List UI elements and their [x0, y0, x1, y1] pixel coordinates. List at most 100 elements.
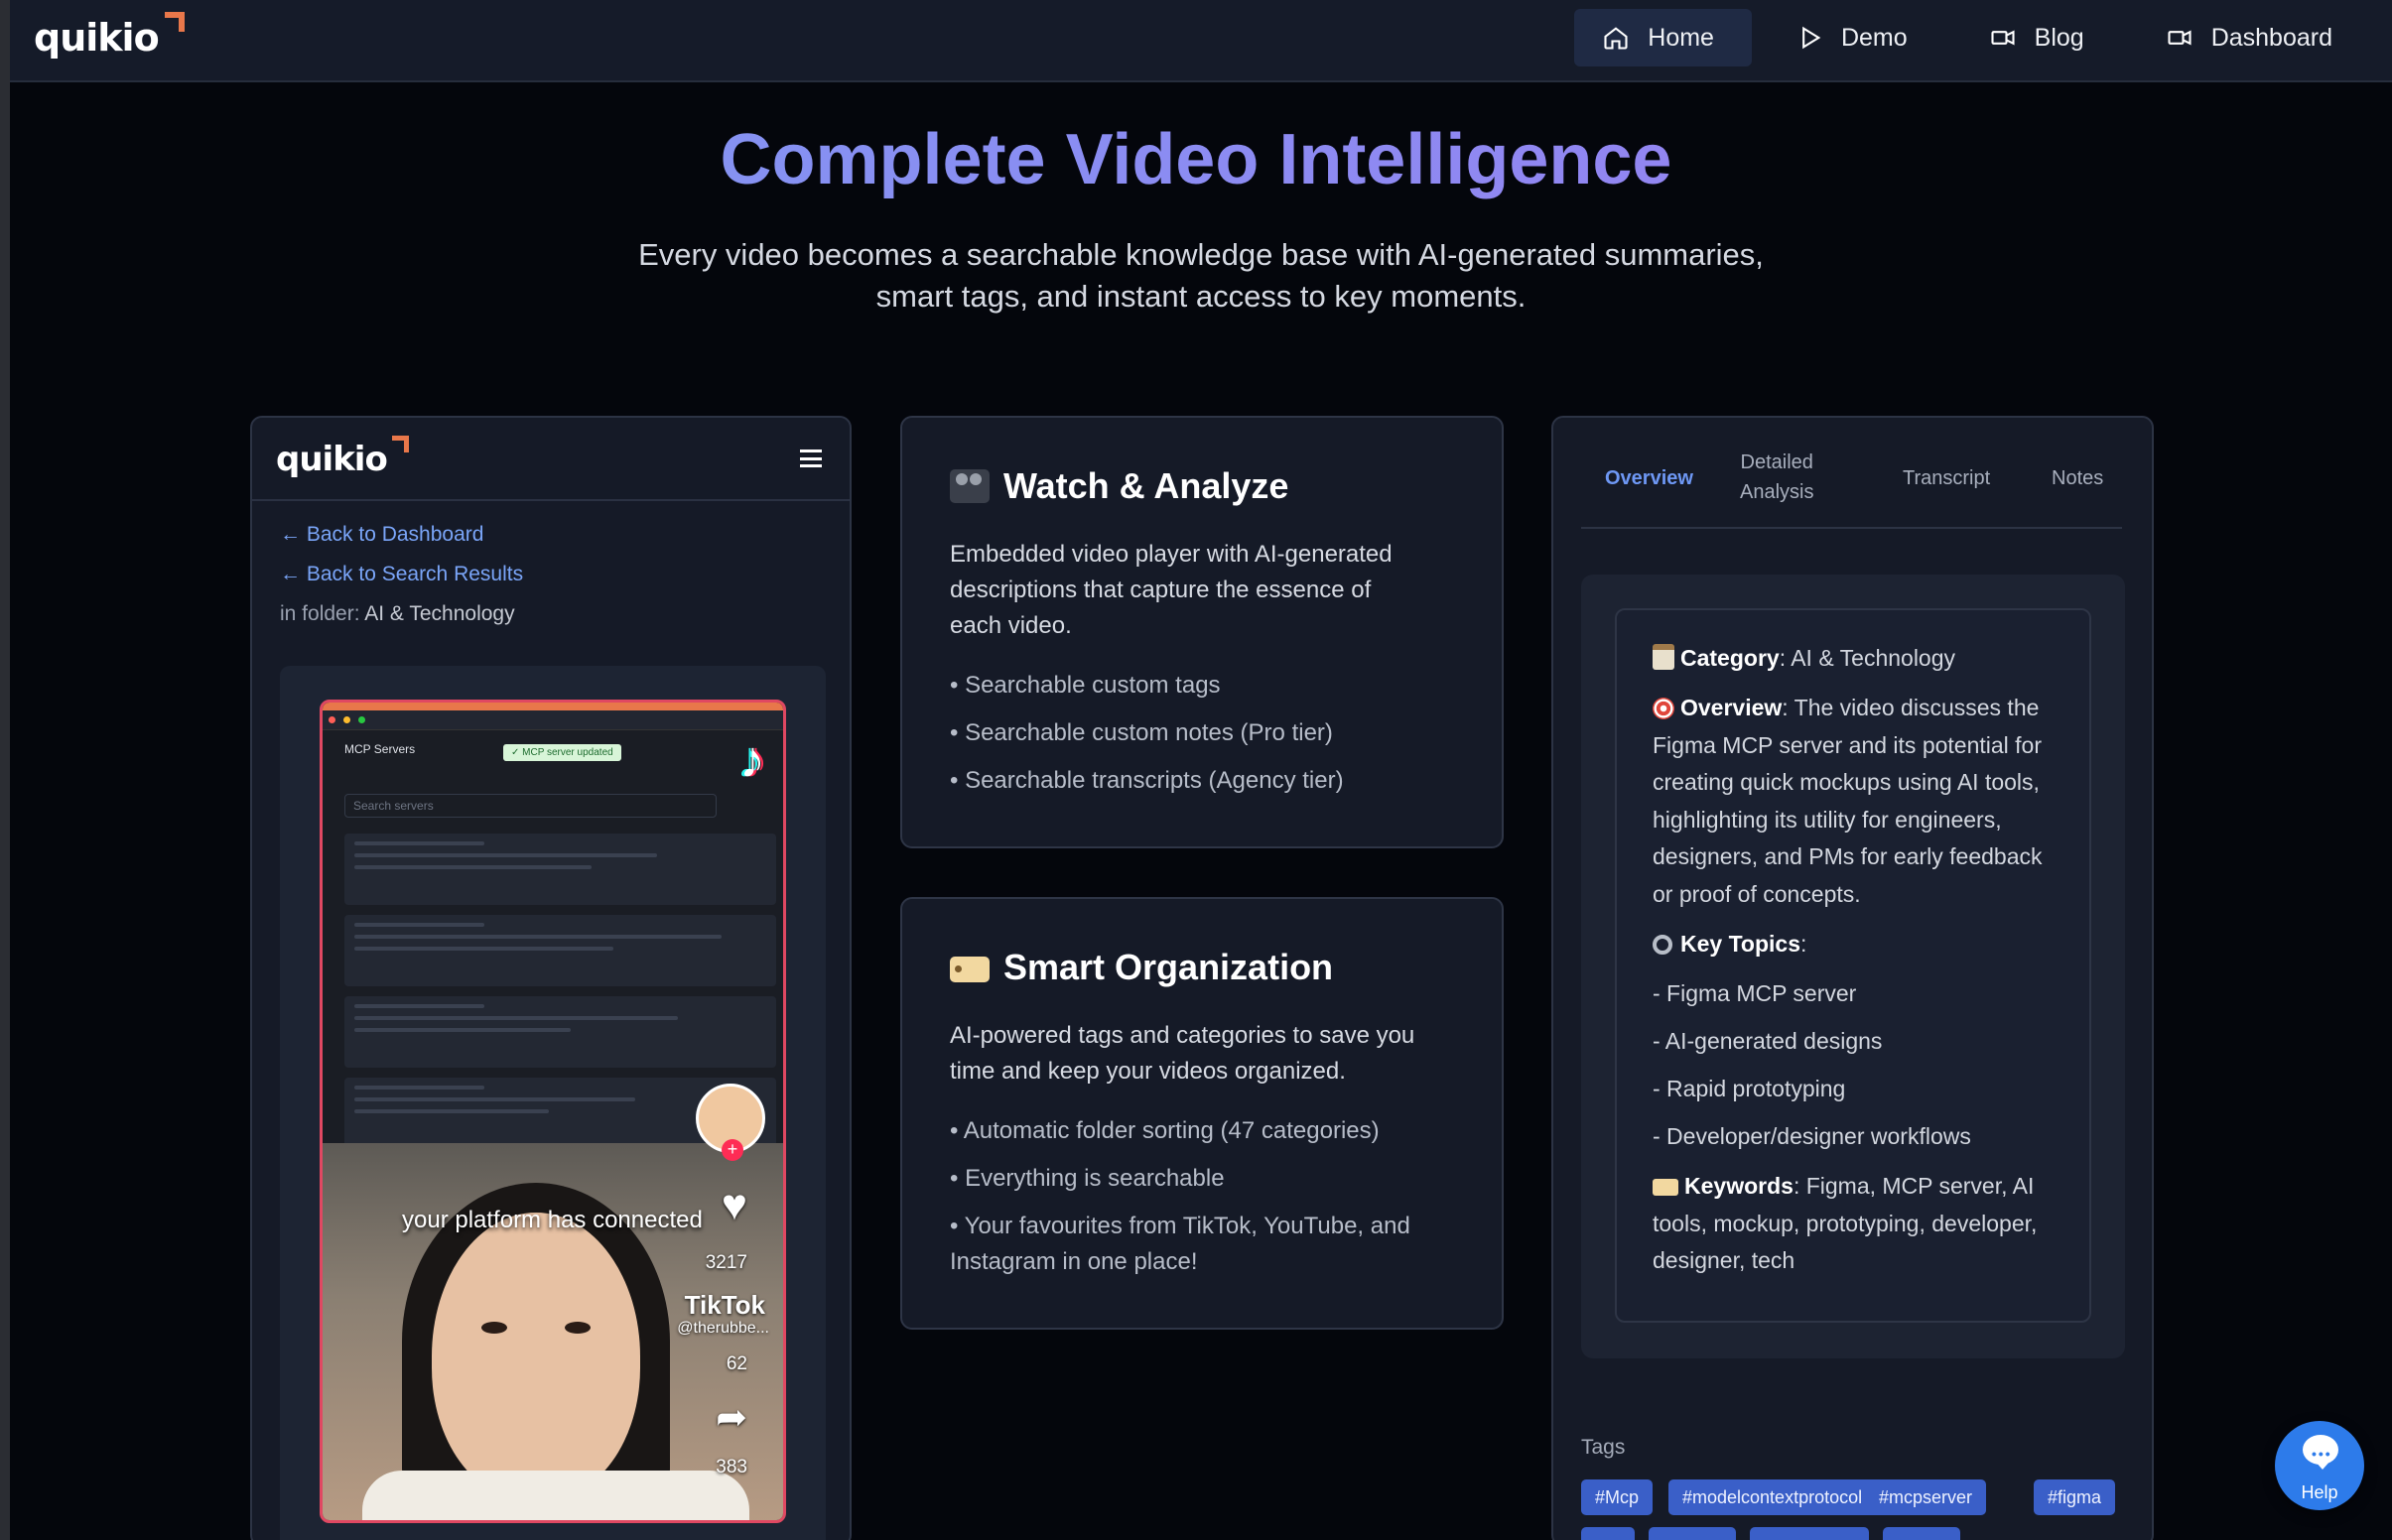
tag-chip-partial[interactable]: [1649, 1527, 1736, 1540]
folder-prefix: in folder:: [280, 602, 365, 625]
tag-chip[interactable]: #figma: [2034, 1479, 2116, 1515]
preview-brand-logo[interactable]: quikio: [276, 436, 409, 479]
brand-logo[interactable]: quikio: [34, 12, 185, 60]
tab-detailed-analysis[interactable]: Detailed Analysis: [1740, 448, 1813, 507]
chat-dots: •••: [2312, 1446, 2332, 1462]
overview-text: or proof of concepts.: [1653, 880, 1861, 907]
video-screen-recording: MCP Servers ✓ MCP server updated Search …: [323, 703, 783, 1149]
window-edge: [0, 0, 10, 1540]
overview-text: : The video discusses the: [1782, 695, 2040, 720]
feature-list-line: Instagram in one place!: [950, 1248, 1198, 1275]
overview-paragraph: Overview: The video discusses the Figma …: [1653, 690, 2069, 913]
window-dot-icon: [358, 716, 365, 723]
nav-home-label: Home: [1648, 23, 1714, 52]
home-icon: [1604, 27, 1628, 50]
tab-overview[interactable]: Overview: [1605, 463, 1693, 493]
tags-label: Tags: [1581, 1436, 1626, 1459]
brand-logo-text: quikio: [34, 16, 160, 60]
tiktok-logo-icon: ♪: [739, 731, 765, 789]
feature-list-item: • Your favourites from TikTok, YouTube, …: [950, 1209, 1466, 1280]
video-caption: your platform has connected: [402, 1207, 703, 1233]
follow-plus-icon[interactable]: +: [722, 1139, 743, 1161]
hamburger-menu-icon[interactable]: [800, 449, 822, 467]
tag-chip-partial[interactable]: [1581, 1527, 1635, 1540]
label-tag-icon: [1653, 1179, 1678, 1196]
nav-dashboard[interactable]: Dashboard: [2138, 9, 2370, 66]
card-description-line: AI-powered tags and categories to save y…: [950, 1022, 1415, 1049]
app-preview-panel: quikio ← Back to Dashboard ← Back to Sea…: [250, 416, 852, 1540]
nav-dashboard-label: Dashboard: [2210, 23, 2332, 52]
tab-detailed-analysis-line: Detailed: [1740, 451, 1813, 473]
video-details-panel: Overview Detailed Analysis Transcript No…: [1551, 416, 2154, 1540]
nav-blog-label: Blog: [2034, 23, 2084, 52]
tag-chip[interactable]: #modelcontextprotocol: [1668, 1479, 1877, 1515]
topic-item: - AI-generated designs: [1653, 1028, 1883, 1054]
movie-camera-icon: [950, 469, 990, 503]
feature-list-item: • Searchable custom notes (Pro tier): [950, 719, 1333, 746]
heart-icon[interactable]: ♥: [722, 1181, 747, 1230]
tiktok-watermark: TikTok: [684, 1290, 765, 1320]
tag-chip-partial[interactable]: [1750, 1527, 1869, 1540]
person-eye: [565, 1322, 591, 1334]
key-topics-label: Key Topics: [1680, 931, 1800, 957]
video-container: MCP Servers ✓ MCP server updated Search …: [280, 666, 826, 1540]
card-title-text: Watch & Analyze: [1003, 465, 1289, 506]
back-to-dashboard-link[interactable]: ← Back to Dashboard: [280, 523, 483, 547]
topic-item: - Figma MCP server: [1653, 980, 1857, 1006]
feature-card-watch-analyze: Watch & Analyze Embedded video player wi…: [900, 416, 1504, 848]
tab-detailed-analysis-line: Analysis: [1740, 481, 1814, 503]
share-icon[interactable]: ➦: [716, 1395, 747, 1440]
preview-header: quikio: [252, 418, 850, 501]
tag-chip[interactable]: #Mcp: [1581, 1479, 1654, 1515]
tag-chip-partial[interactable]: [1883, 1527, 1960, 1540]
feature-list-line: • Your favourites from TikTok, YouTube, …: [950, 1213, 1410, 1239]
nav-home[interactable]: Home: [1574, 9, 1752, 66]
overview-text: highlighting its utility for engineers,: [1653, 806, 2002, 833]
card-title-text: Smart Organization: [1003, 947, 1334, 987]
help-button[interactable]: ••• Help: [2275, 1421, 2364, 1510]
screen-search: Search servers: [344, 794, 717, 818]
overview-text: creating quick mockups using AI tools,: [1653, 769, 2040, 795]
screen-server-row: [344, 996, 776, 1068]
details-tabs: Overview Detailed Analysis Transcript No…: [1581, 448, 2122, 529]
back-to-search-link[interactable]: ← Back to Search Results: [280, 563, 523, 586]
screen-server-row: [344, 915, 776, 986]
overview-text: designers, and PMs for early feedback: [1653, 843, 2043, 869]
embedded-video-player[interactable]: MCP Servers ✓ MCP server updated Search …: [320, 700, 786, 1523]
screen-server-row: [344, 834, 776, 905]
screen-badge: ✓ MCP server updated: [503, 744, 621, 761]
keywords-text: designer, tech: [1653, 1247, 1795, 1273]
nav-blog[interactable]: Blog: [1961, 9, 2122, 66]
hero-subtitle-line-1: Every video becomes a searchable knowled…: [638, 237, 1764, 272]
category-value: AI & Technology: [1791, 645, 1956, 671]
screen-title: MCP Servers: [344, 742, 416, 756]
feature-list-item: • Everything is searchable: [950, 1165, 1225, 1192]
hero-subtitle-line-2: smart tags, and instant access to key mo…: [875, 279, 1527, 314]
card-description: AI-powered tags and categories to save y…: [950, 1018, 1466, 1090]
window-dot-icon: [329, 716, 335, 723]
overview-box: Category: AI & Technology Overview: The …: [1581, 575, 2125, 1358]
category-label: Category: [1680, 645, 1780, 671]
tab-transcript[interactable]: Transcript: [1903, 463, 1990, 493]
play-icon: [1802, 26, 1821, 50]
card-description-line: Embedded video player with AI-generated: [950, 541, 1393, 568]
person-face: [432, 1213, 640, 1500]
nav-demo[interactable]: Demo: [1768, 9, 1945, 66]
video-person-frame: your platform has connected ♥ 3217 TikTo…: [323, 1143, 783, 1520]
tag-chip[interactable]: #mcpserver: [1865, 1479, 1987, 1515]
card-description: Embedded video player with AI-generated …: [950, 537, 1466, 644]
likes-count: 3217: [705, 1252, 747, 1273]
magnifier-icon: [1653, 935, 1672, 955]
folder-info: in folder: AI & Technology: [280, 602, 515, 626]
video-camera-icon: [2168, 30, 2192, 46]
preview-brand-text: quikio: [276, 440, 388, 479]
person-eye: [481, 1322, 507, 1334]
category-line: Category: AI & Technology: [1653, 640, 2069, 678]
keywords-paragraph: Keywords: Figma, MCP server, AI tools, m…: [1653, 1168, 2069, 1280]
hero-title: Complete Video Intelligence: [0, 119, 2392, 200]
top-navbar: quikio Home Demo Blog Dashboard: [10, 0, 2392, 82]
overview-content: Category: AI & Technology Overview: The …: [1615, 608, 2091, 1323]
tab-notes[interactable]: Notes: [2052, 463, 2103, 493]
feature-list-item: • Searchable transcripts (Agency tier): [950, 767, 1344, 794]
logo-arrow-icon: [164, 12, 185, 32]
